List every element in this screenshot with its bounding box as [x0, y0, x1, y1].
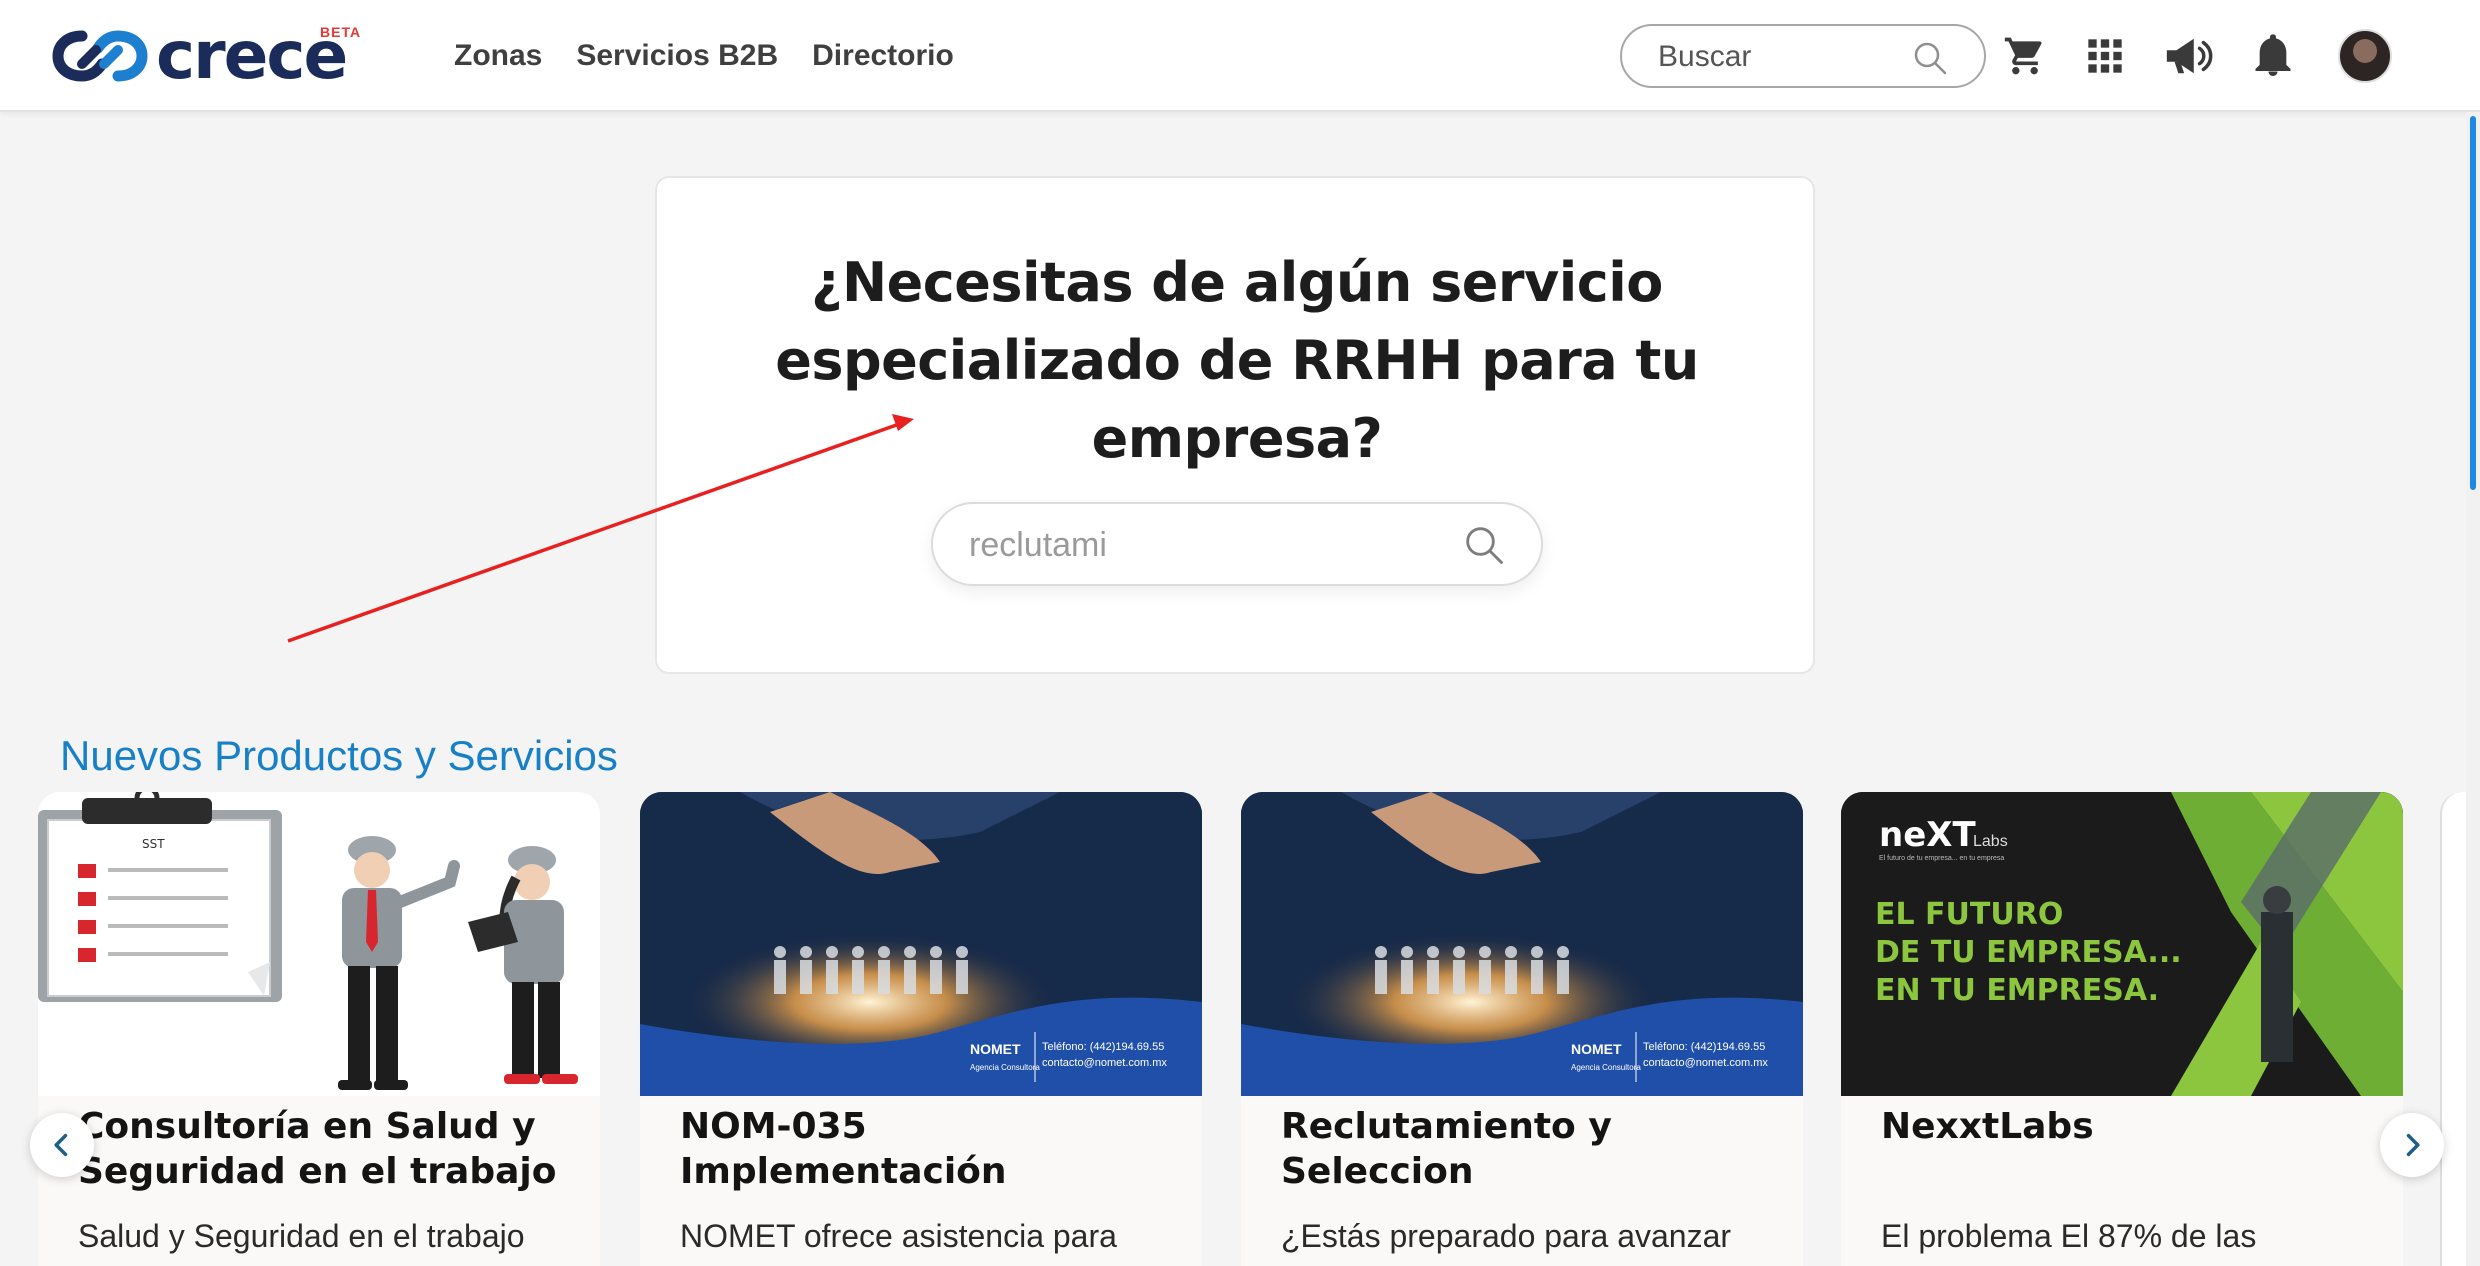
carousel-next-button[interactable]: [2380, 1113, 2444, 1177]
megaphone-icon[interactable]: [2158, 26, 2218, 86]
nexxt-logo-sub: Labs: [1973, 833, 2008, 850]
search-icon[interactable]: [1463, 524, 1505, 571]
logo-wordmark: crece: [156, 17, 348, 94]
hero-search-input[interactable]: [969, 524, 1449, 566]
crece-logo-mark-icon: [52, 30, 148, 82]
card-image-sst: SST: [38, 792, 600, 1096]
card-title[interactable]: Reclutamiento y Seleccion: [1281, 1104, 1771, 1194]
nexxt-line-2: DE TU EMPRESA...: [1875, 935, 2182, 970]
product-card[interactable]: NOMET Agencia Consultora Teléfono: (442)…: [1241, 792, 1803, 1266]
nomet-brand: NOMET: [970, 1041, 1021, 1057]
card-image-nomet: NOMET Agencia Consultora Teléfono: (442)…: [640, 792, 1202, 1096]
nav-zonas[interactable]: Zonas: [454, 36, 542, 76]
sst-label: SST: [142, 837, 165, 851]
nav-servicios-b2b[interactable]: Servicios B2B: [576, 36, 778, 76]
card-description: ¿Estás preparado para avanzar: [1281, 1218, 1732, 1254]
card-description: El problema El 87% de las: [1881, 1218, 2257, 1254]
nav-directorio[interactable]: Directorio: [812, 36, 954, 76]
product-card-partial[interactable]: [2440, 792, 2466, 1266]
card-description: Salud y Seguridad en el trabajo: [78, 1218, 525, 1254]
product-card[interactable]: NOMET Agencia Consultora Teléfono: (442)…: [640, 792, 1202, 1266]
card-description: NOMET ofrece asistencia para: [680, 1218, 1117, 1254]
search-icon[interactable]: [1912, 40, 1948, 81]
nomet-sub: Agencia Consultora: [1571, 1063, 1641, 1072]
scrollbar-thumb[interactable]: [2470, 116, 2476, 490]
product-card[interactable]: SST Consultoría en Salud y Seguridad en …: [38, 792, 600, 1266]
nomet-email: contacto@nomet.com.mx: [1042, 1057, 1167, 1069]
nomet-phone: Teléfono: (442)194.69.55: [1643, 1041, 1765, 1053]
hero-search: [931, 502, 1543, 586]
product-card[interactable]: neXT Labs El futuro de tu empresa... en …: [1841, 792, 2403, 1266]
chevron-right-icon: [2406, 1133, 2420, 1157]
nomet-brand: NOMET: [1571, 1041, 1622, 1057]
nomet-sub: Agencia Consultora: [970, 1063, 1040, 1072]
card-title[interactable]: Consultoría en Salud y Seguridad en el t…: [78, 1104, 568, 1194]
main-nav: Zonas Servicios B2B Directorio: [454, 36, 954, 76]
bell-icon[interactable]: [2243, 26, 2303, 86]
carousel-prev-button[interactable]: [30, 1113, 94, 1177]
cart-icon[interactable]: [1995, 26, 2055, 86]
section-title: Nuevos Productos y Servicios: [60, 732, 618, 779]
nexxt-tagline: El futuro de tu empresa... en tu empresa: [1879, 855, 2004, 862]
nexxt-logo: neXT: [1879, 815, 1976, 855]
nexxt-line-3: EN TU EMPRESA.: [1875, 973, 2159, 1008]
card-image-nomet: NOMET Agencia Consultora Teléfono: (442)…: [1241, 792, 1803, 1096]
header-search: [1620, 24, 1986, 88]
card-title[interactable]: NexxtLabs: [1881, 1104, 2371, 1149]
nexxt-line-1: EL FUTURO: [1875, 897, 2063, 932]
nomet-phone: Teléfono: (442)194.69.55: [1042, 1041, 1164, 1053]
nomet-email: contacto@nomet.com.mx: [1643, 1057, 1768, 1069]
header-search-input[interactable]: [1658, 38, 1898, 76]
chevron-left-icon: [54, 1133, 68, 1157]
apps-grid-icon[interactable]: [2075, 26, 2135, 86]
top-navigation-bar: crece BETA Zonas Servicios B2B Directori…: [0, 0, 2480, 112]
crece-logo[interactable]: crece BETA: [52, 17, 360, 94]
card-title[interactable]: NOM-035 Implementación: [680, 1104, 1170, 1194]
card-image-nexxtlabs: neXT Labs El futuro de tu empresa... en …: [1841, 792, 2403, 1096]
hero-card: ¿Necesitas de algún servicio especializa…: [655, 176, 1815, 674]
avatar[interactable]: [2338, 29, 2392, 83]
products-carousel: SST Consultoría en Salud y Seguridad en …: [0, 792, 2466, 1266]
hero-title: ¿Necesitas de algún servicio especializa…: [775, 251, 1699, 470]
beta-badge: BETA: [320, 24, 362, 40]
